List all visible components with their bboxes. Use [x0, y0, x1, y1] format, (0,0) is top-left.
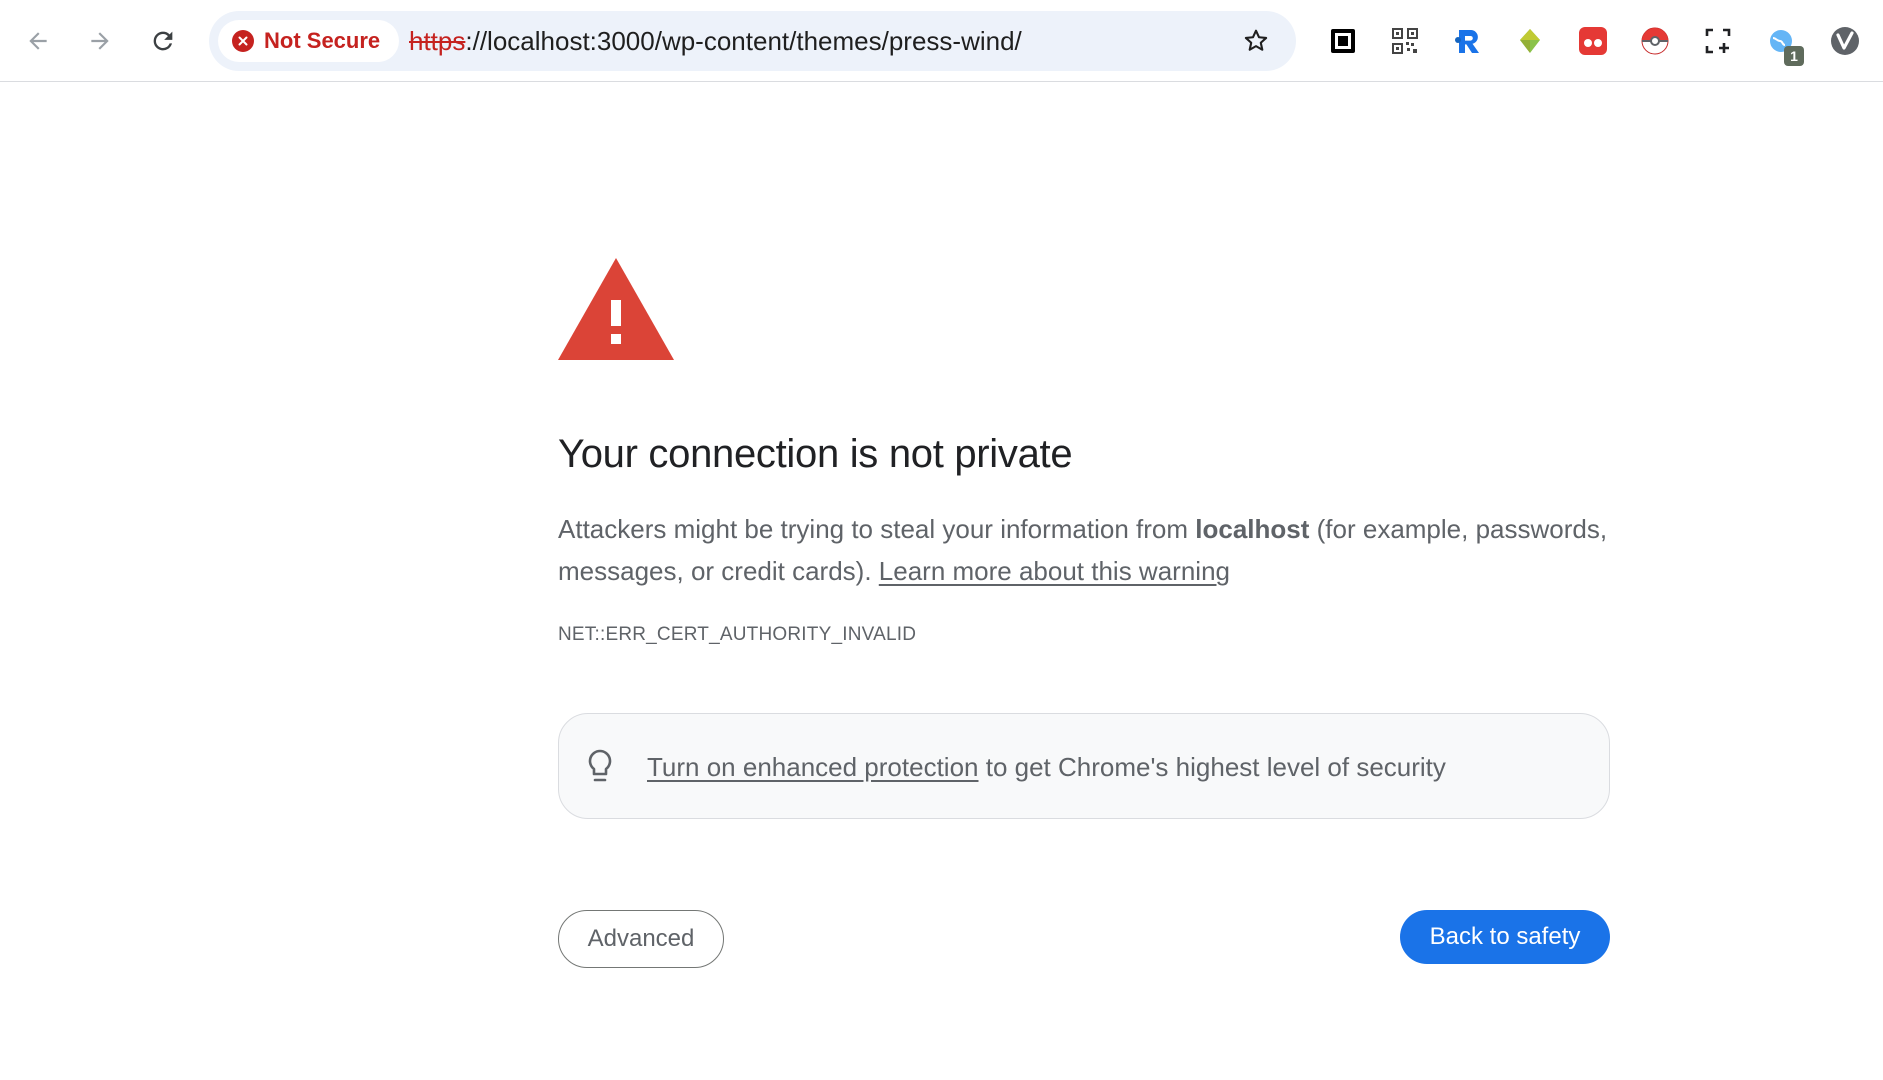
enhanced-protection-link[interactable]: Turn on enhanced protection [647, 752, 979, 783]
address-bar[interactable]: Not Secure https://localhost:3000/wp-con… [209, 11, 1296, 71]
v-logo-icon[interactable] [1828, 24, 1862, 58]
back-to-safety-button[interactable]: Back to safety [1400, 910, 1610, 964]
url-text[interactable]: https://localhost:3000/wp-content/themes… [409, 11, 1022, 71]
security-chip-label: Not Secure [264, 28, 381, 53]
r-logo-icon[interactable] [1451, 24, 1485, 58]
forward-nav-button[interactable] [80, 21, 120, 61]
learn-more-link[interactable]: Learn more about this warning [879, 556, 1230, 586]
error-circle-icon [232, 30, 254, 52]
protection-text: Turn on enhanced protection to get Chrom… [647, 714, 1446, 820]
extension-badge: 1 [1784, 46, 1804, 66]
screenshot-crop-icon[interactable] [1701, 24, 1735, 58]
advanced-button[interactable]: Advanced [558, 910, 724, 968]
security-chip[interactable]: Not Secure [218, 20, 400, 62]
lightbulb-icon [588, 749, 612, 782]
back-nav-button[interactable] [18, 21, 58, 61]
warning-description: Attackers might be trying to steal your … [558, 508, 1610, 592]
warning-triangle-icon [558, 258, 674, 360]
square-frame-icon[interactable] [1326, 24, 1360, 58]
page-title: Your connection is not private [558, 432, 1073, 476]
qr-code-icon[interactable] [1388, 24, 1422, 58]
arrow-right-icon [91, 32, 109, 50]
reload-icon [153, 31, 173, 51]
description-prefix: Attackers might be trying to steal your … [558, 514, 1196, 544]
reload-button[interactable] [143, 21, 183, 61]
protection-suffix: to get Chrome's highest level of securit… [978, 751, 1446, 782]
enhanced-protection-box: Turn on enhanced protection to get Chrom… [558, 713, 1610, 819]
description-host: localhost [1195, 514, 1310, 544]
red-dots-icon[interactable] [1576, 24, 1610, 58]
url-path: ://localhost:3000/wp-content/themes/pres… [465, 25, 1022, 56]
pokeball-icon[interactable] [1638, 24, 1672, 58]
error-code: NET::ERR_CERT_AUTHORITY_INVALID [558, 624, 917, 645]
url-scheme: https [409, 25, 466, 56]
arrow-left-icon [29, 32, 47, 50]
browser-toolbar: Not Secure https://localhost:3000/wp-con… [0, 0, 1883, 82]
gem-icon[interactable] [1513, 24, 1547, 58]
globe-badge-icon[interactable]: 1 [1764, 24, 1804, 66]
bookmark-star-icon[interactable] [1242, 27, 1270, 55]
